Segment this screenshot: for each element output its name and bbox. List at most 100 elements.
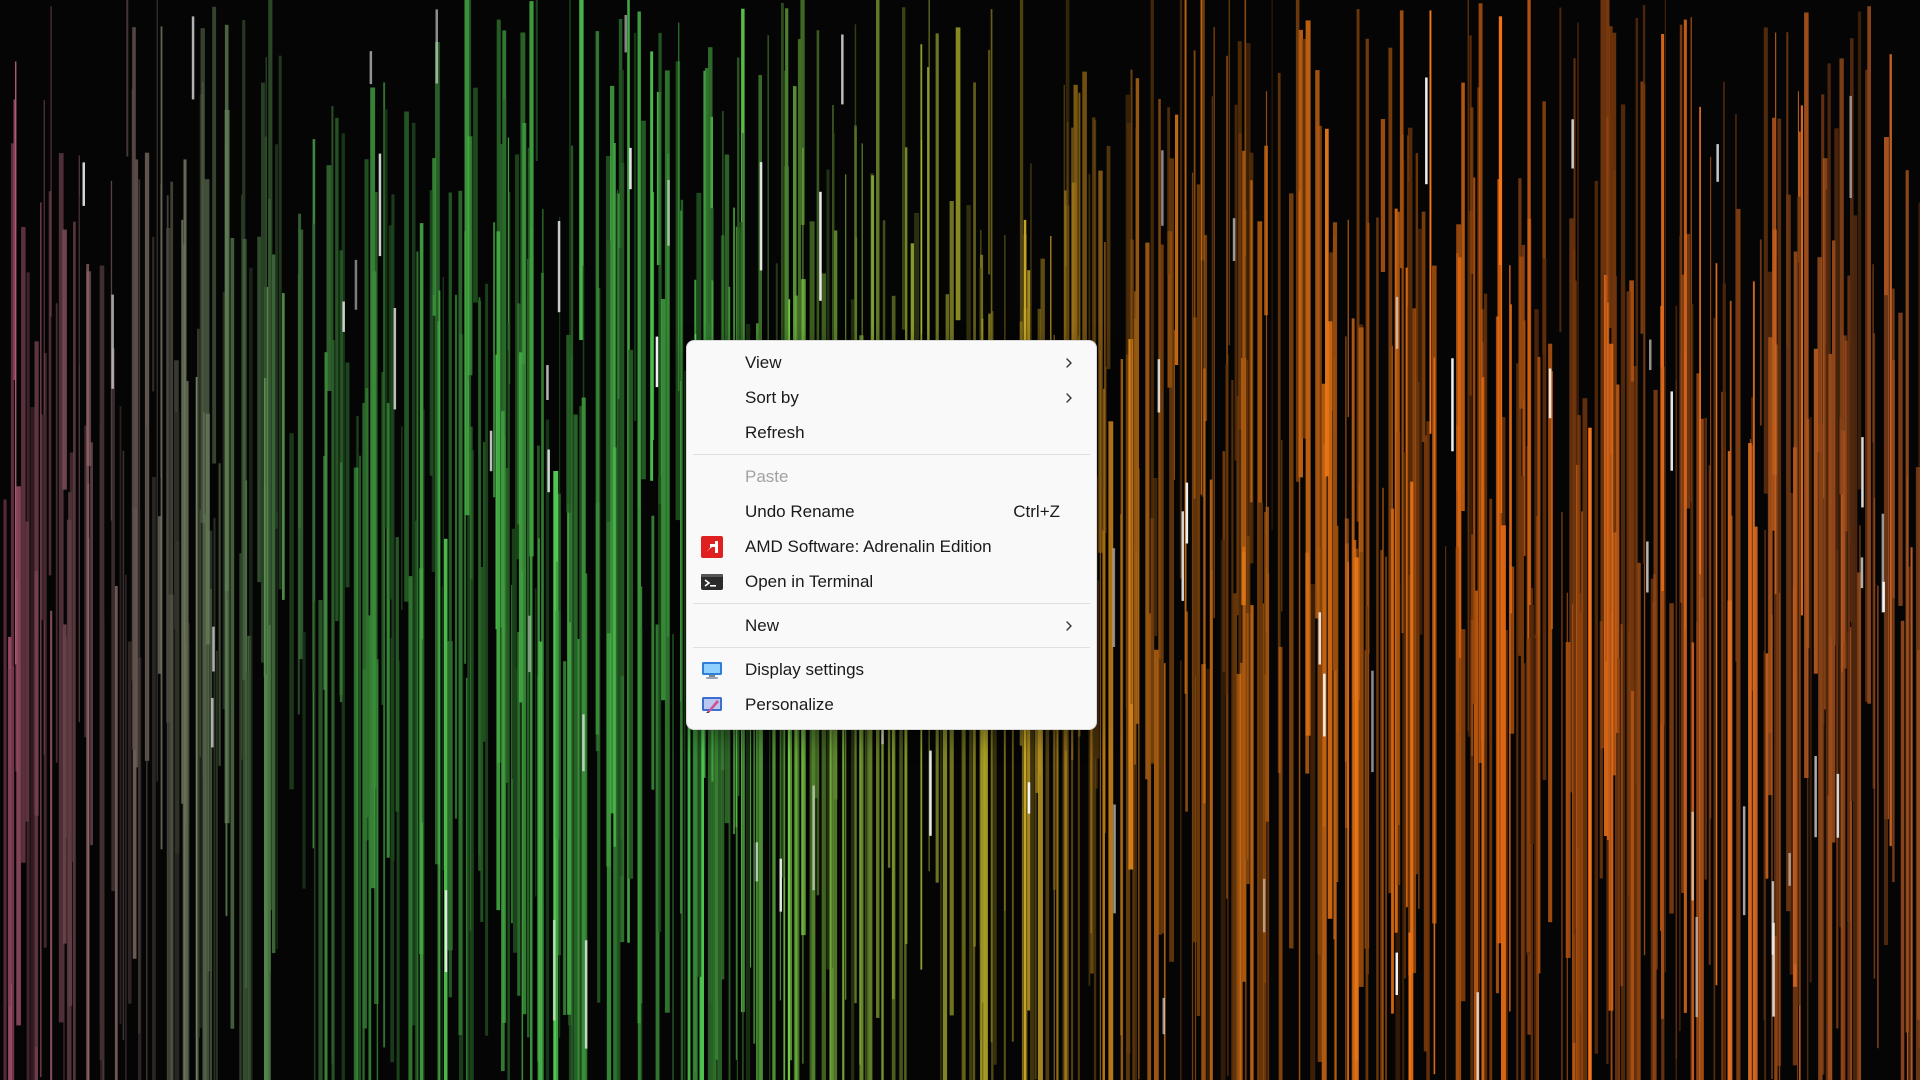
- wallpaper-streak: [203, 412, 205, 1080]
- menu-item-refresh[interactable]: Refresh: [693, 415, 1090, 450]
- wallpaper-streak: [556, 561, 558, 1080]
- wallpaper-streak: [444, 538, 448, 1080]
- wallpaper-streak: [1231, 380, 1234, 1080]
- wallpaper-streak: [595, 31, 600, 735]
- wallpaper-streak: [1653, 574, 1656, 1080]
- menu-item-open-in-terminal[interactable]: Open in Terminal: [693, 564, 1090, 599]
- wallpaper-streak: [1228, 0, 1230, 346]
- wallpaper-streak: [1445, 546, 1447, 1080]
- wallpaper-streak: [650, 51, 654, 481]
- wallpaper-streak: [1152, 478, 1158, 636]
- wallpaper-streak: [15, 61, 17, 665]
- wallpaper-streak: [1857, 11, 1862, 490]
- wallpaper-streak: [335, 117, 339, 622]
- wallpaper-streak: [1661, 591, 1665, 1080]
- wallpaper-streak: [1675, 380, 1677, 1080]
- menu-item-amd-software-adrenalin-edition[interactable]: AMD Software: Adrenalin Edition: [693, 529, 1090, 564]
- wallpaper-streak: [1796, 196, 1801, 1006]
- menu-item-view[interactable]: View: [693, 345, 1090, 380]
- wallpaper-streak: [1242, 150, 1246, 547]
- wallpaper-highlight: [378, 153, 382, 257]
- wallpaper-streak: [772, 678, 776, 1080]
- wallpaper-streak: [651, 515, 655, 790]
- wallpaper-highlight: [1162, 997, 1165, 1035]
- wallpaper-highlight: [1649, 339, 1652, 371]
- wallpaper-streak: [1577, 22, 1579, 849]
- wallpaper-highlight: [444, 890, 448, 972]
- menu-item-paste: Paste: [693, 459, 1090, 494]
- wallpaper-streak: [289, 433, 294, 790]
- menu-item-personalize[interactable]: Personalize: [693, 687, 1090, 722]
- wallpaper-streak: [3, 499, 7, 1080]
- wallpaper-highlight: [528, 615, 531, 673]
- wallpaper-streak: [362, 669, 367, 1029]
- wallpaper-streak: [1840, 672, 1845, 1080]
- wallpaper-streak: [1264, 145, 1268, 316]
- wallpaper-streak: [1179, 0, 1183, 579]
- wallpaper-streak: [1822, 498, 1825, 726]
- wallpaper-streak: [26, 272, 30, 1080]
- wallpaper-highlight: [546, 365, 549, 400]
- menu-item-display-settings[interactable]: Display settings: [693, 652, 1090, 687]
- wallpaper-streak: [34, 341, 39, 816]
- wallpaper-streak: [1534, 634, 1538, 1080]
- wallpaper-streak: [1184, 0, 1187, 694]
- wallpaper-streak: [660, 299, 666, 701]
- menu-item-new[interactable]: New: [693, 608, 1090, 643]
- wallpaper-streak: [1265, 506, 1269, 822]
- wallpaper-streak: [672, 634, 674, 1080]
- wallpaper-highlight: [779, 858, 782, 912]
- wallpaper-streak: [1236, 673, 1242, 1080]
- wallpaper-streak: [1495, 316, 1499, 994]
- terminal-icon: [701, 571, 723, 593]
- wallpaper-streak: [1203, 368, 1206, 804]
- wallpaper-streak: [493, 222, 496, 498]
- wallpaper-highlight: [547, 449, 550, 493]
- wallpaper-streak: [272, 254, 276, 954]
- wallpaper-streak: [86, 264, 90, 1080]
- wallpaper-streak: [324, 352, 328, 1080]
- wallpaper-streak: [276, 511, 278, 949]
- menu-item-label: View: [745, 352, 782, 372]
- wallpaper-streak: [1867, 6, 1871, 704]
- wallpaper-highlight: [759, 162, 763, 271]
- wallpaper-highlight: [342, 301, 345, 332]
- wallpaper-streak: [508, 191, 511, 384]
- wallpaper-streak: [1385, 556, 1387, 1080]
- wallpaper-streak: [658, 476, 662, 933]
- wallpaper-streak: [224, 109, 230, 824]
- wallpaper-streak: [1548, 343, 1553, 923]
- wallpaper-streak: [331, 106, 334, 1064]
- wallpaper-streak: [1594, 180, 1598, 1054]
- wallpaper-streak: [126, 0, 129, 157]
- wallpaper-highlight: [655, 336, 659, 388]
- wallpaper-highlight: [1646, 541, 1649, 593]
- menu-item-sort-by[interactable]: Sort by: [693, 380, 1090, 415]
- wallpaper-streak: [372, 271, 377, 788]
- wallpaper-streak: [1354, 557, 1359, 1080]
- wallpaper-streak: [1347, 219, 1349, 418]
- wallpaper-streak: [1736, 208, 1741, 1080]
- wallpaper-streak: [50, 610, 53, 1080]
- wallpaper-streak: [613, 447, 617, 1080]
- wallpaper-streak: [1469, 35, 1472, 396]
- wallpaper-streak: [1526, 638, 1531, 952]
- wallpaper-streak: [1271, 0, 1273, 530]
- wallpaper-streak: [1120, 514, 1122, 1036]
- wallpaper-streak: [1873, 497, 1876, 979]
- wallpaper-streak: [423, 409, 425, 1080]
- wallpaper-streak: [1599, 621, 1603, 879]
- wallpaper-streak: [722, 111, 724, 373]
- personalize-icon: [701, 694, 723, 716]
- wallpaper-streak: [1883, 295, 1888, 945]
- wallpaper-streak: [1501, 525, 1506, 1080]
- wallpaper-streak: [40, 202, 42, 1078]
- wallpaper-streak: [1376, 217, 1379, 1080]
- wallpaper-streak: [641, 120, 646, 480]
- menu-item-label: Paste: [745, 466, 789, 486]
- wallpaper-streak: [1669, 603, 1674, 914]
- wallpaper-streak: [1396, 431, 1401, 886]
- wallpaper-streak: [63, 636, 65, 1080]
- menu-item-undo-rename[interactable]: Undo Rename Ctrl+Z: [693, 494, 1090, 529]
- wallpaper-streak: [502, 99, 507, 436]
